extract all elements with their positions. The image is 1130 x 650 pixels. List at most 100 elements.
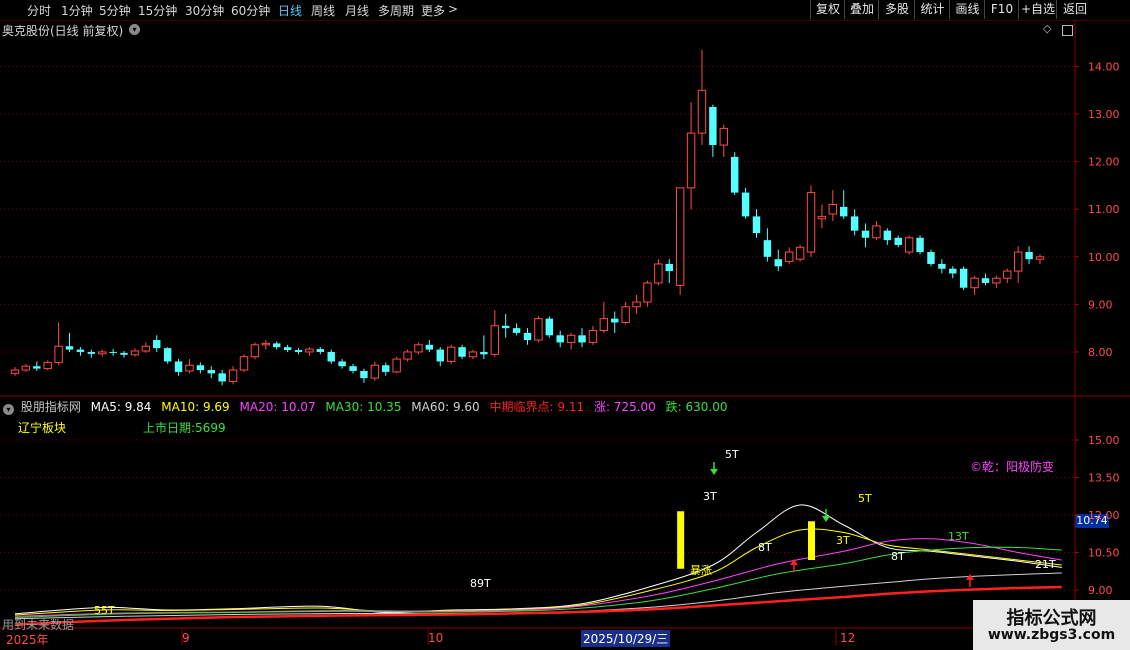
candle-body	[697, 89, 707, 134]
candle-body	[76, 349, 85, 352]
y-tick-label: 9.00	[1088, 298, 1113, 311]
candle-body	[970, 277, 979, 289]
candle-body	[556, 335, 564, 343]
candle-body	[719, 127, 728, 146]
indicator-label: 13T	[948, 530, 969, 543]
candle-body	[795, 246, 805, 260]
chart-canvas[interactable]: 8.00 9.00 10.00 11.00 12.00 13.00 14.00 9.00 10.…	[0, 0, 1130, 650]
candle-body	[1003, 270, 1012, 279]
indicator-label: 暴涨	[690, 564, 712, 577]
candle-body	[665, 263, 673, 272]
y-tick-label: 12.00	[1088, 156, 1120, 169]
y-tick-label: 8.00	[1088, 346, 1113, 359]
candle-body	[10, 369, 20, 374]
watermark-url: www.zbgs3.com	[987, 627, 1116, 643]
candle-body	[959, 268, 968, 288]
indicator-label: 21T	[1035, 558, 1056, 571]
candle-body	[163, 348, 172, 362]
candle-body	[218, 373, 226, 382]
candle-body	[87, 351, 96, 354]
candle-body	[654, 263, 663, 284]
candle-body	[360, 370, 368, 379]
candle-body	[828, 203, 838, 215]
candle-body	[207, 370, 215, 374]
candle-body	[599, 318, 609, 332]
candle-body	[436, 349, 444, 362]
indicator-label: 5T	[725, 448, 739, 461]
candle-body	[992, 277, 1001, 284]
cursor-date: 2025/10/29/三	[581, 630, 671, 647]
watermark: 指标公式网 www.zbgs3.com	[973, 600, 1130, 650]
candle-body	[250, 344, 260, 358]
candle-body	[392, 358, 401, 373]
candle-body	[1025, 252, 1033, 260]
candle-body	[480, 351, 488, 355]
indicator-line	[14, 585, 1062, 626]
signal-bar	[677, 511, 685, 569]
y-tick-label: 15.00	[1088, 434, 1120, 447]
y-tick-label: 12.00	[1088, 509, 1120, 522]
candle-body	[1035, 256, 1045, 260]
candle-body	[43, 361, 52, 370]
time-label: 12	[840, 631, 856, 645]
candle-body	[523, 332, 532, 341]
candle-body	[632, 301, 641, 308]
candle-body	[33, 366, 41, 369]
y-tick-label: 14.00	[1088, 61, 1120, 74]
indicator-line	[14, 504, 1062, 615]
candle-body	[949, 268, 957, 274]
candle-body	[545, 318, 554, 336]
candle-body	[283, 347, 292, 351]
candle-body	[261, 342, 271, 346]
candle-body	[774, 259, 783, 267]
candle-body	[578, 335, 586, 343]
future-data-note: 用到未来数据	[2, 618, 75, 632]
signal-arrow	[822, 516, 830, 522]
candle-body	[566, 334, 576, 343]
candle-body	[382, 365, 390, 372]
y-tick-label: 11.00	[1088, 203, 1120, 216]
candle-body	[643, 282, 652, 303]
indicator-line	[14, 528, 1062, 616]
candle-body	[904, 237, 914, 253]
candle-body	[349, 366, 357, 371]
candle-body	[185, 364, 194, 372]
signal-arrow	[710, 469, 718, 475]
candle-body	[338, 361, 346, 367]
indicator-label: 8T	[758, 541, 772, 554]
candle-body	[239, 356, 249, 371]
candle-body	[490, 325, 499, 355]
candle-body	[850, 216, 859, 231]
candle-body	[611, 318, 619, 323]
time-label: 10	[428, 631, 444, 645]
y-tick-label: 10.00	[1088, 251, 1120, 264]
candle-body	[196, 365, 205, 371]
signal-bar	[808, 521, 816, 560]
candle-body	[861, 230, 870, 238]
candle-body	[752, 216, 761, 234]
candle-body	[741, 192, 750, 217]
indicator-label: 5T	[858, 492, 872, 505]
candle-body	[228, 369, 238, 382]
candle-body	[54, 345, 63, 363]
candle-body	[806, 192, 816, 253]
candle-body	[1013, 251, 1023, 272]
candle-body	[130, 350, 140, 356]
y-tick-label: 13.00	[1088, 108, 1120, 121]
candle-body	[468, 351, 478, 358]
candle-body	[621, 306, 630, 323]
candle-body	[894, 237, 902, 245]
time-label: 2025年	[6, 633, 49, 647]
candle-body	[141, 345, 151, 352]
candle-body	[272, 343, 281, 348]
candle-body	[817, 215, 827, 220]
indicator-label: 3T	[836, 534, 850, 547]
candle-body	[763, 240, 772, 257]
candle-body	[174, 361, 183, 372]
candle-body	[458, 347, 466, 357]
candle-body	[872, 225, 881, 239]
candle-body	[65, 346, 74, 350]
candle-body	[534, 318, 543, 341]
candle-body	[981, 278, 990, 283]
candle-body	[675, 187, 685, 286]
